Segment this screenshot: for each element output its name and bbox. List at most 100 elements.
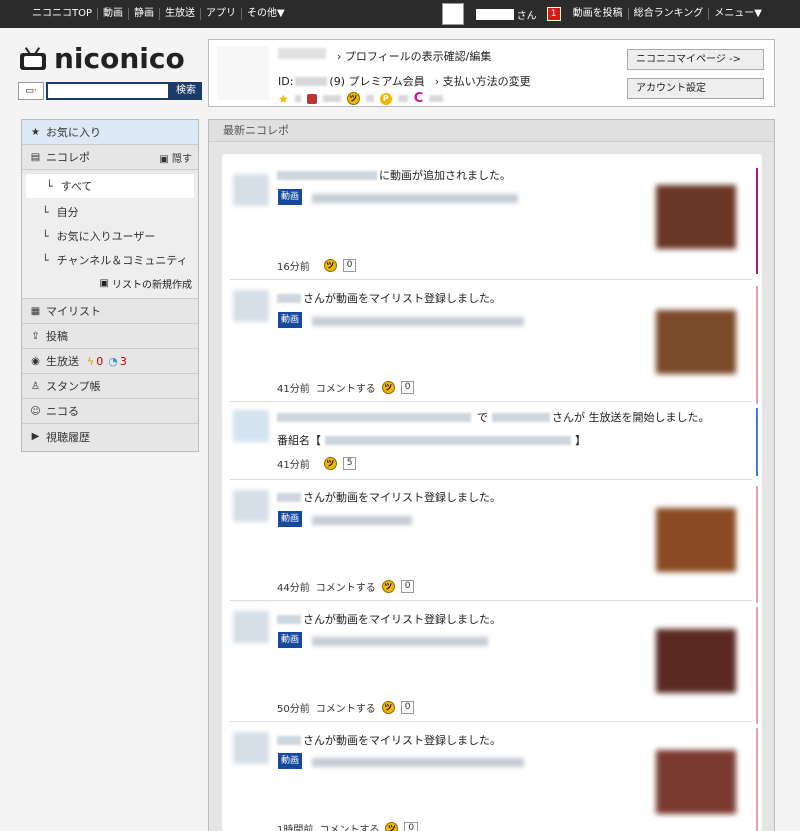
profile-edit-link[interactable]: › プロフィールの表示確認/編集 bbox=[337, 48, 491, 64]
feed-time: 41分前 bbox=[277, 384, 310, 395]
coin-icon: C bbox=[413, 91, 424, 106]
nav-live[interactable]: 生放送 bbox=[159, 8, 200, 20]
feed-title-redacted[interactable] bbox=[312, 194, 518, 203]
nicoru-button-icon[interactable]: ツ bbox=[381, 701, 395, 714]
comment-link[interactable]: コメントする bbox=[316, 579, 376, 594]
nicoru-button-icon[interactable]: ツ bbox=[323, 259, 337, 272]
search-button[interactable]: 検索 bbox=[170, 82, 202, 100]
feed-user-redacted[interactable] bbox=[277, 735, 301, 745]
nav-video[interactable]: 動画 bbox=[97, 8, 128, 20]
feed-avatar[interactable] bbox=[233, 290, 269, 322]
feed-user-redacted[interactable] bbox=[277, 170, 377, 180]
mylist-icon: ▦ bbox=[30, 305, 41, 317]
feed-user-redacted[interactable] bbox=[277, 293, 301, 303]
feed-item: さんが動画をマイリスト登録しました。 動画 41分前 コメントする ツ 0 bbox=[230, 280, 758, 404]
comment-link[interactable]: コメントする bbox=[316, 700, 376, 715]
channel-name-redacted[interactable] bbox=[277, 412, 471, 422]
niconico-logo[interactable]: niconico bbox=[20, 42, 204, 75]
feed-item: さんが動画をマイリスト登録しました。 動画 44分前 コメントする ツ 0 bbox=[230, 480, 758, 603]
comment-link[interactable]: コメントする bbox=[316, 380, 376, 395]
feed-item-bar bbox=[756, 168, 758, 274]
feed-time: 50分前 bbox=[277, 704, 310, 715]
user-avatar-small[interactable] bbox=[441, 3, 464, 25]
video-thumbnail[interactable] bbox=[656, 750, 736, 814]
feed-text: さんが動画をマイリスト登録しました。 bbox=[303, 491, 501, 504]
feed-item: さんが動画をマイリスト登録しました。 動画 1時間前 コメントする ツ 0 bbox=[230, 722, 758, 831]
feed-user-redacted[interactable] bbox=[277, 614, 301, 624]
nicoru-button-icon[interactable]: ツ bbox=[381, 381, 395, 394]
feed-user-redacted[interactable] bbox=[277, 492, 301, 502]
program-name-redacted[interactable] bbox=[325, 435, 571, 445]
payment-link[interactable]: › 支払い方法の変更 bbox=[435, 73, 531, 89]
video-badge: 動画 bbox=[278, 632, 302, 648]
point-icon: P bbox=[379, 92, 392, 105]
account-settings-button[interactable]: アカウント設定 bbox=[627, 78, 764, 99]
notification-badge[interactable]: 1 bbox=[546, 7, 561, 21]
user-name-redacted[interactable] bbox=[475, 8, 514, 20]
feed-item-bar bbox=[756, 486, 758, 603]
feed-title-redacted[interactable] bbox=[312, 758, 524, 767]
sidebar-sub-channels[interactable]: └ チャンネル＆コミュニティ bbox=[22, 248, 198, 272]
sidebar-item-favorites[interactable]: ★ お気に入り bbox=[22, 120, 198, 145]
sidebar: ★ お気に入り ▤ ニコレポ ▣ 隠す └ すべて └ 自分 └ お気に入りユーザー … bbox=[21, 119, 199, 452]
hide-button[interactable]: ▣ 隠す bbox=[159, 150, 192, 165]
video-badge: 動画 bbox=[278, 753, 302, 769]
search-input[interactable] bbox=[46, 82, 170, 100]
upload-video-link[interactable]: 動画を投稿 bbox=[568, 8, 628, 20]
search-type-select[interactable]: ▭· bbox=[18, 82, 44, 100]
new-list-button[interactable]: ▣ リストの新規作成 bbox=[22, 272, 198, 294]
feed-title-redacted[interactable] bbox=[312, 317, 524, 326]
nicoru-icon: ☺ bbox=[30, 405, 41, 417]
menu-dropdown[interactable]: メニュー▼ bbox=[708, 8, 767, 20]
feed-title-redacted[interactable] bbox=[312, 516, 412, 525]
feed-item: に動画が追加されました。 動画 16分前 ツ 0 bbox=[230, 162, 758, 280]
nav-seiga[interactable]: 静画 bbox=[128, 8, 159, 20]
user-nav: さん 1 動画を投稿 総合ランキング メニュー▼ bbox=[441, 0, 800, 28]
feed-time: 16分前 bbox=[277, 262, 310, 273]
sidebar-sub-self[interactable]: └ 自分 bbox=[22, 200, 198, 224]
sidebar-item-stamp[interactable]: ♙ スタンプ帳 bbox=[22, 374, 198, 399]
feed-text-a: で bbox=[477, 411, 488, 424]
nicoru-icon: ツ bbox=[346, 92, 360, 105]
user-suffix: さん bbox=[516, 10, 537, 22]
sidebar-item-nicoru[interactable]: ☺ ニコる bbox=[22, 399, 198, 424]
global-nav: ニコニコTOP 動画 静画 生放送 アプリ その他▼ bbox=[26, 0, 290, 28]
nav-niconico-top[interactable]: ニコニコTOP bbox=[26, 8, 97, 20]
sidebar-item-post[interactable]: ⇪ 投稿 bbox=[22, 324, 198, 349]
ranking-link[interactable]: 総合ランキング bbox=[627, 8, 709, 20]
video-badge: 動画 bbox=[278, 511, 302, 527]
feed-item-bar bbox=[756, 408, 758, 476]
feed-avatar[interactable] bbox=[233, 732, 269, 764]
video-thumbnail[interactable] bbox=[656, 185, 736, 249]
sidebar-item-nicorepo[interactable]: ▤ ニコレポ ▣ 隠す bbox=[22, 145, 198, 170]
video-badge: 動画 bbox=[278, 312, 302, 328]
branch-icon: └ bbox=[42, 205, 49, 219]
feed-avatar[interactable] bbox=[233, 611, 269, 643]
profile-avatar[interactable] bbox=[217, 46, 269, 100]
live-counts: ϟ0 ◔ 3 bbox=[87, 354, 127, 368]
feed-avatar[interactable] bbox=[233, 490, 269, 522]
nav-app[interactable]: アプリ bbox=[200, 8, 241, 20]
nav-others[interactable]: その他▼ bbox=[241, 8, 290, 20]
feed-avatar[interactable] bbox=[233, 410, 269, 442]
profile-stats-row: ★ ツ P C bbox=[278, 91, 444, 106]
video-thumbnail[interactable] bbox=[656, 629, 736, 693]
sidebar-sub-fav-users[interactable]: └ お気に入りユーザー bbox=[22, 224, 198, 248]
comment-link[interactable]: コメントする bbox=[319, 821, 379, 831]
nicoru-button-icon[interactable]: ツ bbox=[385, 822, 399, 831]
sidebar-item-history[interactable]: ▶ 視聴履歴 bbox=[22, 424, 198, 449]
sidebar-item-live[interactable]: ◉ 生放送 ϟ0 ◔ 3 bbox=[22, 349, 198, 374]
document-icon: ▤ bbox=[30, 151, 41, 163]
sidebar-sub-all[interactable]: └ すべて bbox=[26, 174, 194, 198]
nicoru-button-icon[interactable]: ツ bbox=[323, 457, 337, 470]
feed-user-redacted[interactable] bbox=[492, 412, 550, 422]
feed-title-redacted[interactable] bbox=[312, 637, 488, 646]
mypage-button[interactable]: ニコニコマイページ -> bbox=[627, 49, 764, 70]
upload-icon: ⇪ bbox=[31, 330, 40, 342]
video-thumbnail[interactable] bbox=[656, 310, 736, 374]
nicoru-button-icon[interactable]: ツ bbox=[381, 580, 395, 593]
feed-avatar[interactable] bbox=[233, 174, 269, 206]
branch-icon: └ bbox=[42, 253, 49, 267]
sidebar-item-mylist[interactable]: ▦ マイリスト bbox=[22, 299, 198, 324]
video-thumbnail[interactable] bbox=[656, 508, 736, 572]
